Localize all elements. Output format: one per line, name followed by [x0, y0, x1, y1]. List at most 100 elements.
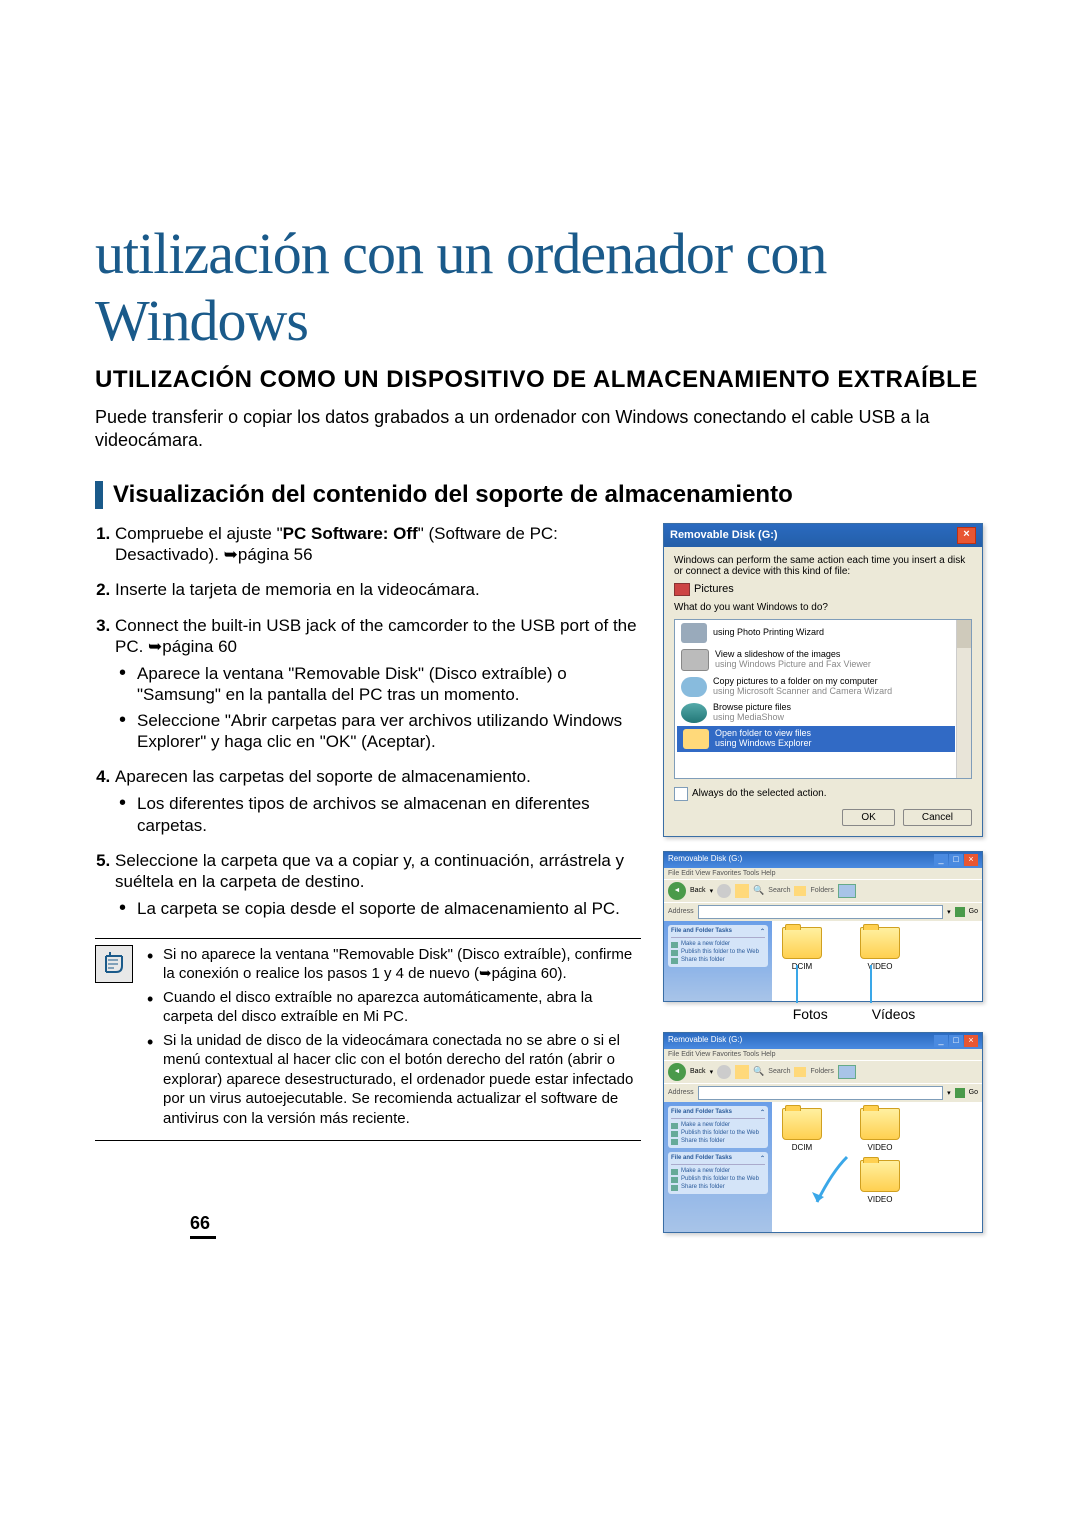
explorer-toolbar: ◄ Back ▾ 🔍 Search Folders	[664, 879, 982, 902]
scanner-icon	[681, 677, 707, 697]
folders-icon[interactable]	[794, 886, 806, 896]
task-publish-2[interactable]: Publish this folder to the Web	[671, 1175, 765, 1183]
section-heading: UTILIZACIÓN COMO UN DISPOSITIVO DE ALMAC…	[95, 366, 985, 394]
mediashow-icon	[681, 703, 707, 723]
minimize-icon[interactable]: _	[934, 1035, 948, 1047]
intro-paragraph: Puede transferir o copiar los datos grab…	[95, 406, 985, 453]
dialog-intro: Windows can perform the same action each…	[674, 555, 972, 577]
action-open-sub: using Windows Explorer	[715, 738, 812, 748]
scrollbar[interactable]	[956, 620, 971, 778]
panel-collapse-icon[interactable]: ⌃	[760, 1155, 765, 1162]
action-browse[interactable]: Browse picture filesusing MediaShow	[675, 700, 971, 726]
forward-icon[interactable]	[717, 884, 731, 898]
up-icon[interactable]	[735, 884, 749, 898]
video-folder-drag[interactable]: VIDEO	[856, 1160, 904, 1204]
step-2: Inserte la tarjeta de memoria en la vide…	[115, 579, 641, 600]
task-new-folder[interactable]: Make a new folder	[671, 1121, 765, 1129]
step5-bullet-1: La carpeta se copia desde el soporte de …	[137, 898, 641, 919]
back-icon[interactable]: ◄	[668, 882, 686, 900]
step3-text: Connect the built-in USB jack of the cam…	[115, 616, 637, 656]
page-title: utilización con un ordenador con Windows	[95, 220, 985, 354]
task-share[interactable]: Share this folder	[671, 1137, 765, 1145]
callout-line-photos	[796, 965, 798, 1003]
action-open-folder[interactable]: Open folder to view filesusing Windows E…	[677, 726, 955, 752]
search-label: Search	[768, 887, 790, 894]
search-icon[interactable]: 🔍	[753, 1066, 764, 1077]
close-icon[interactable]: ×	[957, 527, 976, 544]
address-bar[interactable]	[698, 1086, 943, 1100]
action-copy-sub: using Microsoft Scanner and Camera Wizar…	[713, 686, 892, 696]
views-icon[interactable]	[838, 1065, 856, 1079]
maximize-icon[interactable]: □	[949, 854, 963, 866]
back-label: Back	[690, 887, 706, 894]
video-drag-label: VIDEO	[868, 1195, 893, 1204]
step3-bullet-1: Aparece la ventana "Removable Disk" (Dis…	[137, 663, 641, 706]
action-browse-sub: using MediaShow	[713, 712, 784, 722]
step1-pre: Compruebe el ajuste "	[115, 524, 283, 543]
callout-videos: Vídeos	[872, 1006, 916, 1022]
callout-line-videos	[870, 965, 872, 1003]
task-share[interactable]: Share this folder	[671, 956, 765, 964]
panel-heading: File and Folder Tasks	[671, 928, 732, 935]
step-1: Compruebe el ajuste "PC Software: Off" (…	[115, 523, 641, 566]
task-new-folder-2[interactable]: Make a new folder	[671, 1167, 765, 1175]
task-new-folder[interactable]: Make a new folder	[671, 940, 765, 948]
task-publish[interactable]: Publish this folder to the Web	[671, 1129, 765, 1137]
minimize-icon[interactable]: _	[934, 854, 948, 866]
explorer-content: DCIM VIDEO VIDEO	[772, 1102, 982, 1232]
forward-icon[interactable]	[717, 1065, 731, 1079]
folders-icon[interactable]	[794, 1067, 806, 1077]
action-copy-label: Copy pictures to a folder on my computer	[713, 676, 878, 686]
action-slideshow[interactable]: View a slideshow of the imagesusing Wind…	[675, 646, 971, 674]
dcim-label: DCIM	[792, 1143, 812, 1152]
folder-icon	[860, 927, 900, 959]
step4-text: Aparecen las carpetas del soporte de alm…	[115, 767, 531, 786]
action-list[interactable]: using Photo Printing Wizard View a slide…	[674, 619, 972, 779]
explorer-menubar[interactable]: File Edit View Favorites Tools Help	[664, 868, 982, 879]
explorer-window-2: Removable Disk (G:) _ □ × File Edit View…	[663, 1032, 983, 1233]
search-icon[interactable]: 🔍	[753, 885, 764, 896]
dialog-title: Removable Disk (G:)	[670, 529, 778, 541]
close-icon[interactable]: ×	[964, 1035, 978, 1047]
task-share-2[interactable]: Share this folder	[671, 1183, 765, 1191]
go-icon[interactable]	[955, 907, 965, 917]
action-slideshow-label: View a slideshow of the images	[715, 649, 840, 659]
action-browse-label: Browse picture files	[713, 702, 791, 712]
video-folder[interactable]: VIDEO	[856, 1108, 904, 1152]
screenshots-column: Removable Disk (G:) × Windows can perfor…	[663, 523, 985, 1233]
dcim-folder[interactable]: DCIM	[778, 927, 826, 995]
video-folder[interactable]: VIDEO	[856, 927, 904, 995]
explorer-window-1: Removable Disk (G:) _ □ × File Edit View…	[663, 851, 983, 1002]
explorer-menubar[interactable]: File Edit View Favorites Tools Help	[664, 1049, 982, 1060]
cancel-button[interactable]: Cancel	[903, 809, 972, 826]
step-4: Aparecen las carpetas del soporte de alm…	[115, 766, 641, 836]
go-icon[interactable]	[955, 1088, 965, 1098]
callout-photos: Fotos	[793, 1006, 828, 1022]
close-icon[interactable]: ×	[964, 854, 978, 866]
dcim-label: DCIM	[792, 962, 812, 971]
up-icon[interactable]	[735, 1065, 749, 1079]
address-bar[interactable]	[698, 905, 943, 919]
panel-collapse-icon[interactable]: ⌃	[760, 928, 765, 935]
address-label: Address	[668, 908, 694, 915]
panel-heading-2: File and Folder Tasks	[671, 1155, 732, 1162]
action-print[interactable]: using Photo Printing Wizard	[675, 620, 971, 646]
views-icon[interactable]	[838, 884, 856, 898]
panel-collapse-icon[interactable]: ⌃	[760, 1109, 765, 1116]
task-publish[interactable]: Publish this folder to the Web	[671, 948, 765, 956]
note-2: Cuando el disco extraíble no aparezca au…	[147, 988, 641, 1027]
always-checkbox[interactable]	[674, 787, 688, 801]
video-label: VIDEO	[868, 1143, 893, 1152]
notes-box: Si no aparece la ventana "Removable Disk…	[95, 938, 641, 1142]
ok-button[interactable]: OK	[842, 809, 894, 826]
note-1: Si no aparece la ventana "Removable Disk…	[147, 945, 641, 984]
action-copy[interactable]: Copy pictures to a folder on my computer…	[675, 674, 971, 700]
step-3: Connect the built-in USB jack of the cam…	[115, 615, 641, 753]
always-label: Always do the selected action.	[692, 788, 827, 799]
monitor-icon	[681, 649, 709, 671]
maximize-icon[interactable]: □	[949, 1035, 963, 1047]
panel-heading: File and Folder Tasks	[671, 1109, 732, 1116]
page-number: 66	[190, 1213, 216, 1239]
dcim-folder[interactable]: DCIM	[778, 1108, 826, 1152]
back-icon[interactable]: ◄	[668, 1063, 686, 1081]
